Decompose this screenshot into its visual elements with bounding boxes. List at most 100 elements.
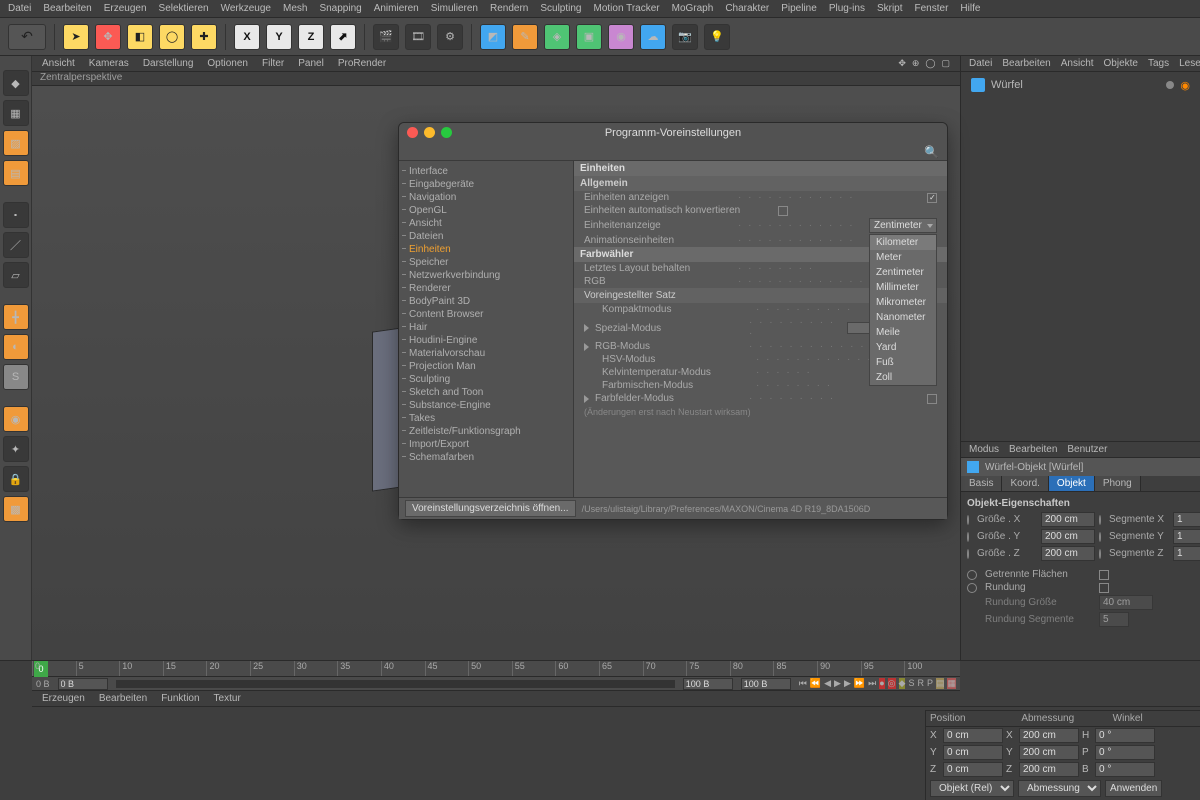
radio-icon[interactable] xyxy=(1099,532,1101,542)
omtab-ansicht[interactable]: Ansicht xyxy=(1061,58,1094,69)
record-icon[interactable]: ● xyxy=(879,678,884,689)
cube-primitive-icon[interactable]: ◩ xyxy=(480,24,506,50)
subdiv-icon[interactable]: ◈ xyxy=(544,24,570,50)
attr-tab-koord[interactable]: Koord. xyxy=(1002,476,1048,491)
nav-houdini[interactable]: Houdini-Engine xyxy=(399,334,573,347)
nav-projectionman[interactable]: Projection Man xyxy=(399,360,573,373)
render-settings-icon[interactable]: ⚙ xyxy=(437,24,463,50)
omtab-datei[interactable]: Datei xyxy=(969,58,992,69)
vtab-optionen[interactable]: Optionen xyxy=(207,58,248,69)
play-icon[interactable]: ▶ xyxy=(834,678,841,689)
dialog-titlebar[interactable]: Programm-Voreinstellungen xyxy=(399,123,947,143)
edge-mode-icon[interactable]: ／ xyxy=(3,232,29,258)
dd-option-meter[interactable]: Meter xyxy=(870,250,936,265)
attr-tab-basis[interactable]: Basis xyxy=(961,476,1002,491)
next-frame-icon[interactable]: ▶ xyxy=(844,678,851,689)
dd-option-meile[interactable]: Meile xyxy=(870,325,936,340)
omtab-bearbeiten[interactable]: Bearbeiten xyxy=(1002,58,1050,69)
auto-convert-checkbox[interactable] xyxy=(778,206,788,216)
dd-option-zoll[interactable]: Zoll xyxy=(870,370,936,385)
nav-dateien[interactable]: Dateien xyxy=(399,230,573,243)
move-tool-icon[interactable]: ✥ xyxy=(95,24,121,50)
texture-mode-icon[interactable]: ▨ xyxy=(3,130,29,156)
visibility-editor-dot[interactable] xyxy=(1152,81,1160,89)
nav-contentbrowser[interactable]: Content Browser xyxy=(399,308,573,321)
menu-erzeugen[interactable]: Erzeugen xyxy=(104,3,147,14)
nav-schemafarben[interactable]: Schemafarben xyxy=(399,451,573,464)
nav-sculpting[interactable]: Sculpting xyxy=(399,373,573,386)
size-x-input[interactable] xyxy=(1041,512,1095,527)
deformer-icon[interactable]: ◉ xyxy=(608,24,634,50)
checkbox[interactable] xyxy=(927,394,937,404)
open-prefs-dir-button[interactable]: Voreinstellungsverzeichnis öffnen... xyxy=(405,500,576,517)
dd-option-mikrometer[interactable]: Mikrometer xyxy=(870,295,936,310)
pos-z-input[interactable] xyxy=(943,762,1003,777)
seg-y-input[interactable] xyxy=(1173,529,1200,544)
coord-system-toggle[interactable]: ⬈ xyxy=(330,24,356,50)
menu-rendern[interactable]: Rendern xyxy=(490,3,528,14)
amtab-benutzer[interactable]: Benutzer xyxy=(1067,444,1107,455)
key-rot-icon[interactable]: R xyxy=(917,678,924,689)
vp-orbit-icon[interactable]: ◯ xyxy=(925,58,935,69)
nav-ansicht[interactable]: Ansicht xyxy=(399,217,573,230)
seg-z-input[interactable] xyxy=(1173,546,1200,561)
point-mode-icon[interactable]: ⬝ xyxy=(3,202,29,228)
vtab-panel[interactable]: Panel xyxy=(298,58,324,69)
menu-motiontracker[interactable]: Motion Tracker xyxy=(593,3,659,14)
menu-charakter[interactable]: Charakter xyxy=(725,3,769,14)
range-scrollbar[interactable] xyxy=(116,680,675,688)
tl-range-mid-input[interactable] xyxy=(683,678,733,690)
round-seg-input[interactable] xyxy=(1099,612,1129,627)
workplane-icon[interactable]: ▤ xyxy=(3,160,29,186)
viewport-solo-icon[interactable]: ◐ xyxy=(3,334,29,360)
menu-mograph[interactable]: MoGraph xyxy=(672,3,714,14)
size-z-input[interactable] xyxy=(1041,546,1095,561)
dd-option-nanometer[interactable]: Nanometer xyxy=(870,310,936,325)
phong-tag-icon[interactable]: ◉ xyxy=(1180,79,1190,92)
size-y-input[interactable] xyxy=(1041,529,1095,544)
menu-selektieren[interactable]: Selektieren xyxy=(159,3,209,14)
undo-button[interactable]: ↶ xyxy=(8,24,46,50)
menu-plugins[interactable]: Plug-ins xyxy=(829,3,865,14)
radio-icon[interactable] xyxy=(967,570,977,580)
tl-range-start-input[interactable] xyxy=(58,678,108,690)
omtab-tags[interactable]: Tags xyxy=(1148,58,1169,69)
axis-mode-icon[interactable]: ╋ xyxy=(3,304,29,330)
scale-tool-icon[interactable]: ◧ xyxy=(127,24,153,50)
amtab-bearbeiten[interactable]: Bearbeiten xyxy=(1009,444,1057,455)
nav-importexport[interactable]: Import/Export xyxy=(399,438,573,451)
render-picture-icon[interactable]: 🎞 xyxy=(405,24,431,50)
select-tool-icon[interactable]: ➤ xyxy=(63,24,89,50)
dim-x-input[interactable] xyxy=(1019,728,1079,743)
autokey-icon[interactable]: ◎ xyxy=(888,678,896,689)
model-mode-icon[interactable]: ▦ xyxy=(3,100,29,126)
menu-bearbeiten[interactable]: Bearbeiten xyxy=(43,3,91,14)
lastused-tool-icon[interactable]: ✚ xyxy=(191,24,217,50)
misc-tool-icon[interactable]: ▩ xyxy=(3,496,29,522)
chevron-right-icon[interactable] xyxy=(584,324,589,332)
pos-y-input[interactable] xyxy=(943,745,1003,760)
rotate-tool-icon[interactable]: ◯ xyxy=(159,24,185,50)
attr-tab-phong[interactable]: Phong xyxy=(1095,476,1141,491)
menu-mesh[interactable]: Mesh xyxy=(283,3,307,14)
y-axis-toggle[interactable]: Y xyxy=(266,24,292,50)
nav-bodypaint[interactable]: BodyPaint 3D xyxy=(399,295,573,308)
dd-option-zentimeter[interactable]: Zentimeter xyxy=(870,265,936,280)
omtab-objekte[interactable]: Objekte xyxy=(1104,58,1138,69)
unit-display-dropdown[interactable]: Zentimeter Kilometer Meter Zentimeter Mi… xyxy=(869,218,937,233)
nav-netzwerk[interactable]: Netzwerkverbindung xyxy=(399,269,573,282)
round-size-input[interactable] xyxy=(1099,595,1153,610)
nav-substance[interactable]: Substance-Engine xyxy=(399,399,573,412)
menu-pipeline[interactable]: Pipeline xyxy=(781,3,817,14)
render-view-icon[interactable]: 🎬 xyxy=(373,24,399,50)
prev-key-icon[interactable]: ⏪ xyxy=(810,678,821,689)
checkbox[interactable] xyxy=(1099,570,1109,580)
ang-h-input[interactable] xyxy=(1095,728,1155,743)
ang-p-input[interactable] xyxy=(1095,745,1155,760)
dd-option-millimeter[interactable]: Millimeter xyxy=(870,280,936,295)
key-param-icon[interactable]: P xyxy=(927,678,933,689)
menu-hilfe[interactable]: Hilfe xyxy=(960,3,980,14)
vtab-kameras[interactable]: Kameras xyxy=(89,58,129,69)
menu-snapping[interactable]: Snapping xyxy=(319,3,361,14)
key-opt-icon[interactable]: ▦ xyxy=(947,678,956,689)
